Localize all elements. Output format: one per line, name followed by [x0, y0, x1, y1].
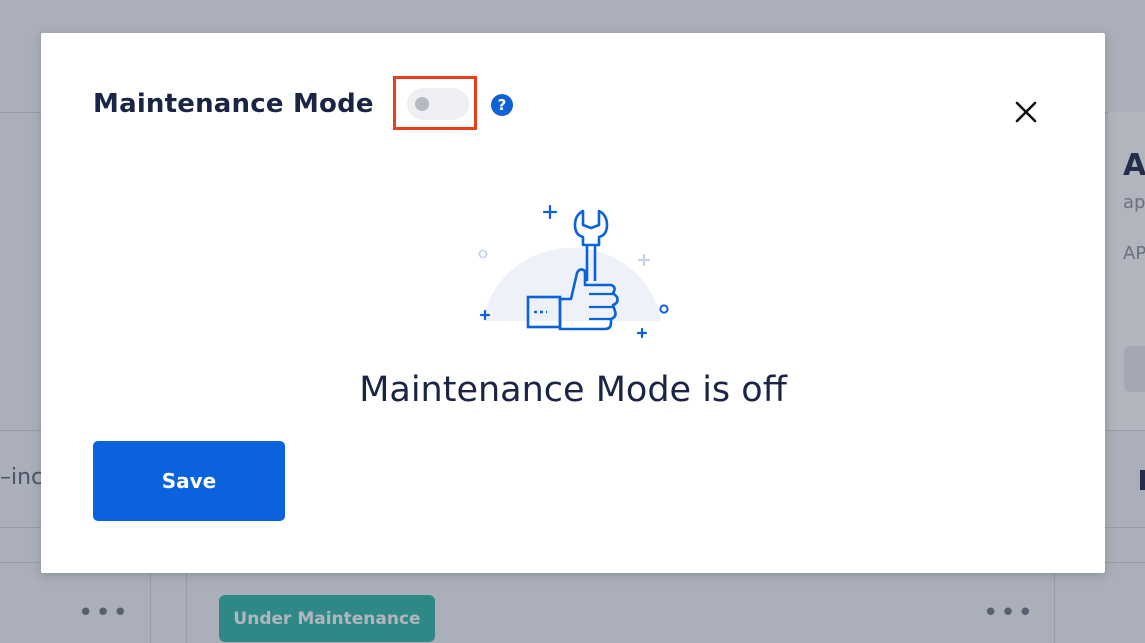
- close-icon[interactable]: [1011, 97, 1041, 127]
- maintenance-mode-dialog: Maintenance Mode ? Maintenance Mode is o…: [41, 33, 1105, 573]
- toggle-knob: [415, 97, 429, 111]
- wrench-thumbs-up-icon: [471, 201, 671, 341]
- maintenance-mode-toggle[interactable]: [407, 88, 469, 120]
- save-button[interactable]: Save: [93, 441, 285, 521]
- help-icon[interactable]: ?: [491, 94, 513, 116]
- maintenance-status-text: Maintenance Mode is off: [359, 370, 787, 410]
- dialog-title: Maintenance Mode: [93, 89, 374, 119]
